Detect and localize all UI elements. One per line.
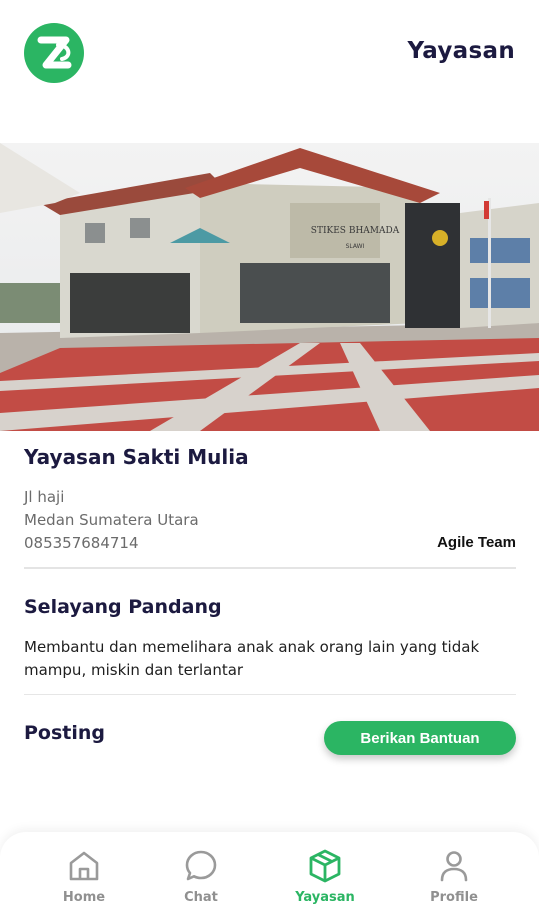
nav-item-home[interactable]: Home [44,848,124,914]
nav-item-profile[interactable]: Profile [414,848,494,914]
foundation-photo: STIKES BHAMADA SLAWI [0,143,539,431]
phone-number[interactable]: 085357684714 [24,534,139,552]
nav-label-yayasan: Yayasan [295,890,355,905]
nav-item-chat[interactable]: Chat [161,848,241,914]
address-line-1: Jl haji [24,488,65,506]
divider [24,694,516,695]
chat-icon [185,850,217,881]
about-description: Membantu dan memelihara anak anak orang … [24,638,480,679]
posting-title: Posting [24,722,106,744]
profile-icon [440,851,468,882]
team-label: Agile Team [437,534,516,551]
address-line-2: Medan Sumatera Utara [24,511,199,529]
give-help-button[interactable]: Berikan Bantuan [324,721,516,755]
logo-icon [24,23,84,83]
box-icon [309,849,341,883]
building-sign-sub: SLAWI [346,243,365,250]
bottom-navigation: Home Chat Yayasan Profile [0,832,539,922]
app-logo[interactable] [24,23,84,83]
divider [24,567,516,569]
nav-label-chat: Chat [184,890,218,905]
home-icon [69,851,99,881]
organization-name: Yayasan Sakti Mulia [24,445,249,469]
about-title: Selayang Pandang [24,596,222,618]
nav-label-home: Home [62,890,106,905]
building-sign: STIKES BHAMADA [311,226,400,236]
nav-label-profile: Profile [430,890,478,905]
app-header: Yayasan [0,0,539,110]
page-title: Yayasan [407,38,515,64]
nav-item-yayasan[interactable]: Yayasan [285,848,365,914]
